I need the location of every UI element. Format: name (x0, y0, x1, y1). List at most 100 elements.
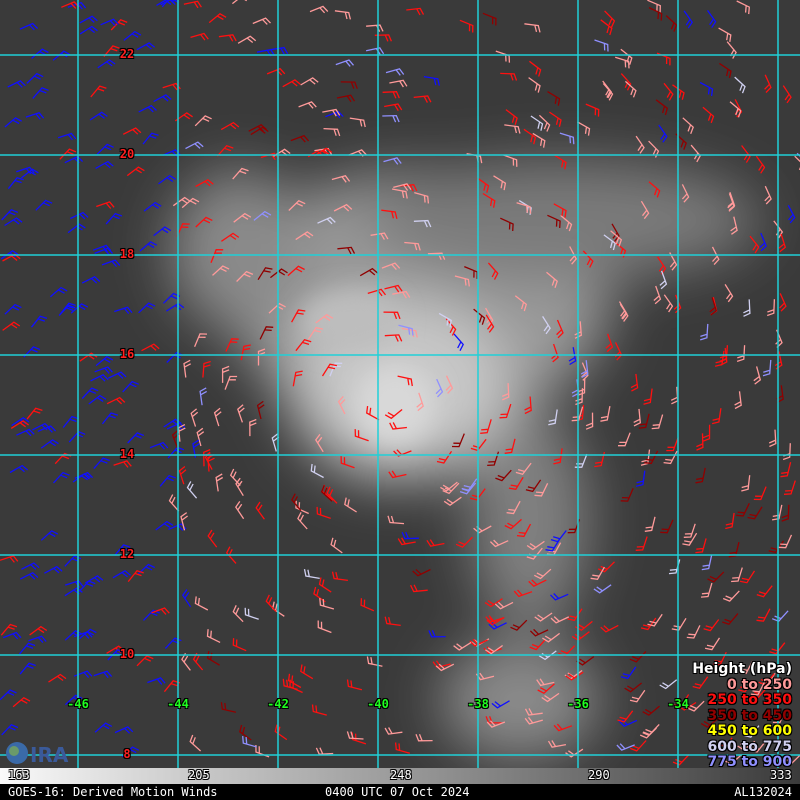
wind-barb (224, 375, 238, 390)
wind-barb (340, 81, 358, 89)
wind-barb (455, 536, 473, 548)
wind-barb (213, 407, 222, 427)
wind-barb (4, 117, 23, 128)
wind-barb (136, 42, 156, 51)
wind-barb (670, 386, 679, 405)
wind-barb (629, 651, 647, 663)
wind-barb (232, 638, 247, 652)
wind-barb (741, 475, 751, 492)
wind-barb (94, 722, 113, 733)
wind-barb (96, 143, 114, 155)
wind-barb (618, 432, 631, 447)
wind-barb (16, 428, 35, 437)
colorbar-tick: 333 (770, 768, 792, 782)
wind-barb (739, 570, 756, 584)
legend-item: 0 to 250 (726, 676, 792, 693)
wind-barb (530, 115, 544, 131)
wind-barb (126, 166, 145, 177)
wind-barb (428, 630, 446, 638)
wind-barb (108, 371, 127, 379)
wind-barb (232, 605, 244, 623)
legend-item: 250 to 350 (707, 692, 792, 708)
wind-barb (768, 429, 777, 448)
wind-barb (32, 87, 49, 99)
wind-barb (300, 664, 314, 680)
wind-barb (505, 109, 518, 125)
wind-barb (4, 217, 23, 227)
wind-barb (274, 724, 288, 741)
wind-barb (101, 412, 118, 425)
wind-barb (459, 19, 474, 33)
satellite-wind-map: 22 20 18 16 14 12 10 8 -46 -44 -42 -40 -38 -36 -34 IRA… (0, 0, 800, 800)
wind-barb (620, 487, 634, 502)
wind-barb (178, 465, 187, 485)
wind-barb (21, 562, 40, 570)
wind-barb (153, 226, 172, 237)
wind-barb (167, 446, 185, 459)
latitude-label: 16 (119, 347, 135, 361)
wind-barb (389, 79, 408, 88)
wind-barb (384, 616, 401, 627)
wind-barb (651, 414, 664, 430)
wind-barb (218, 34, 237, 42)
wind-barb (12, 697, 31, 708)
wind-barb (4, 303, 22, 315)
wind-barb (764, 74, 772, 93)
wind-barb (138, 104, 157, 113)
wind-barb (93, 457, 110, 470)
wind-barb (166, 302, 185, 312)
wind-barb (122, 127, 142, 135)
wind-barb (755, 155, 766, 174)
wind-barb (58, 304, 76, 316)
wind-barb (682, 117, 694, 135)
wind-barb (29, 625, 48, 636)
wind-barb (309, 5, 329, 14)
wind-barb (19, 572, 39, 580)
wind-barb (524, 23, 541, 33)
wind-barb (93, 670, 113, 679)
wind-barb (559, 132, 575, 145)
wind-barb (242, 736, 257, 748)
wind-barb (759, 232, 767, 252)
wind-barb (695, 538, 707, 554)
wind-barb (0, 555, 19, 563)
wind-barb (139, 241, 158, 252)
wind-barb (718, 27, 732, 42)
wind-barb (495, 50, 511, 63)
wind-barb (323, 127, 341, 137)
wind-barb (95, 355, 114, 367)
wind-barb (143, 609, 160, 621)
wind-barb (762, 359, 772, 377)
wind-barb (443, 496, 462, 506)
latitude-label: 8 (123, 747, 131, 761)
wind-barb (794, 155, 800, 171)
wind-barb (25, 112, 45, 120)
wind-barb (594, 39, 609, 52)
wind-barb (690, 144, 701, 163)
wind-barb (317, 620, 332, 634)
wind-barb (643, 388, 653, 405)
wind-barb (771, 504, 783, 521)
wind-barb (252, 17, 271, 25)
wind-barb (67, 223, 86, 234)
latitude-label: 22 (119, 47, 135, 61)
wind-barb (753, 486, 767, 501)
wind-barb (19, 642, 36, 655)
wind-barb (724, 284, 734, 303)
wind-barb (206, 629, 221, 643)
wind-barb (190, 408, 199, 427)
wind-barb (482, 12, 497, 26)
wind-barb (383, 157, 402, 165)
wind-barb (696, 433, 704, 451)
wind-barb (237, 35, 257, 44)
wind-barb (182, 589, 192, 608)
longitude-label: -42 (267, 697, 289, 711)
wind-barb (406, 7, 425, 16)
wind-barb (787, 205, 796, 224)
wind-barb (183, 0, 202, 9)
wind-barb (722, 613, 739, 626)
wind-barb (593, 584, 612, 594)
wind-barb (771, 610, 789, 622)
wind-barb (659, 679, 678, 690)
wind-barb (722, 590, 740, 602)
